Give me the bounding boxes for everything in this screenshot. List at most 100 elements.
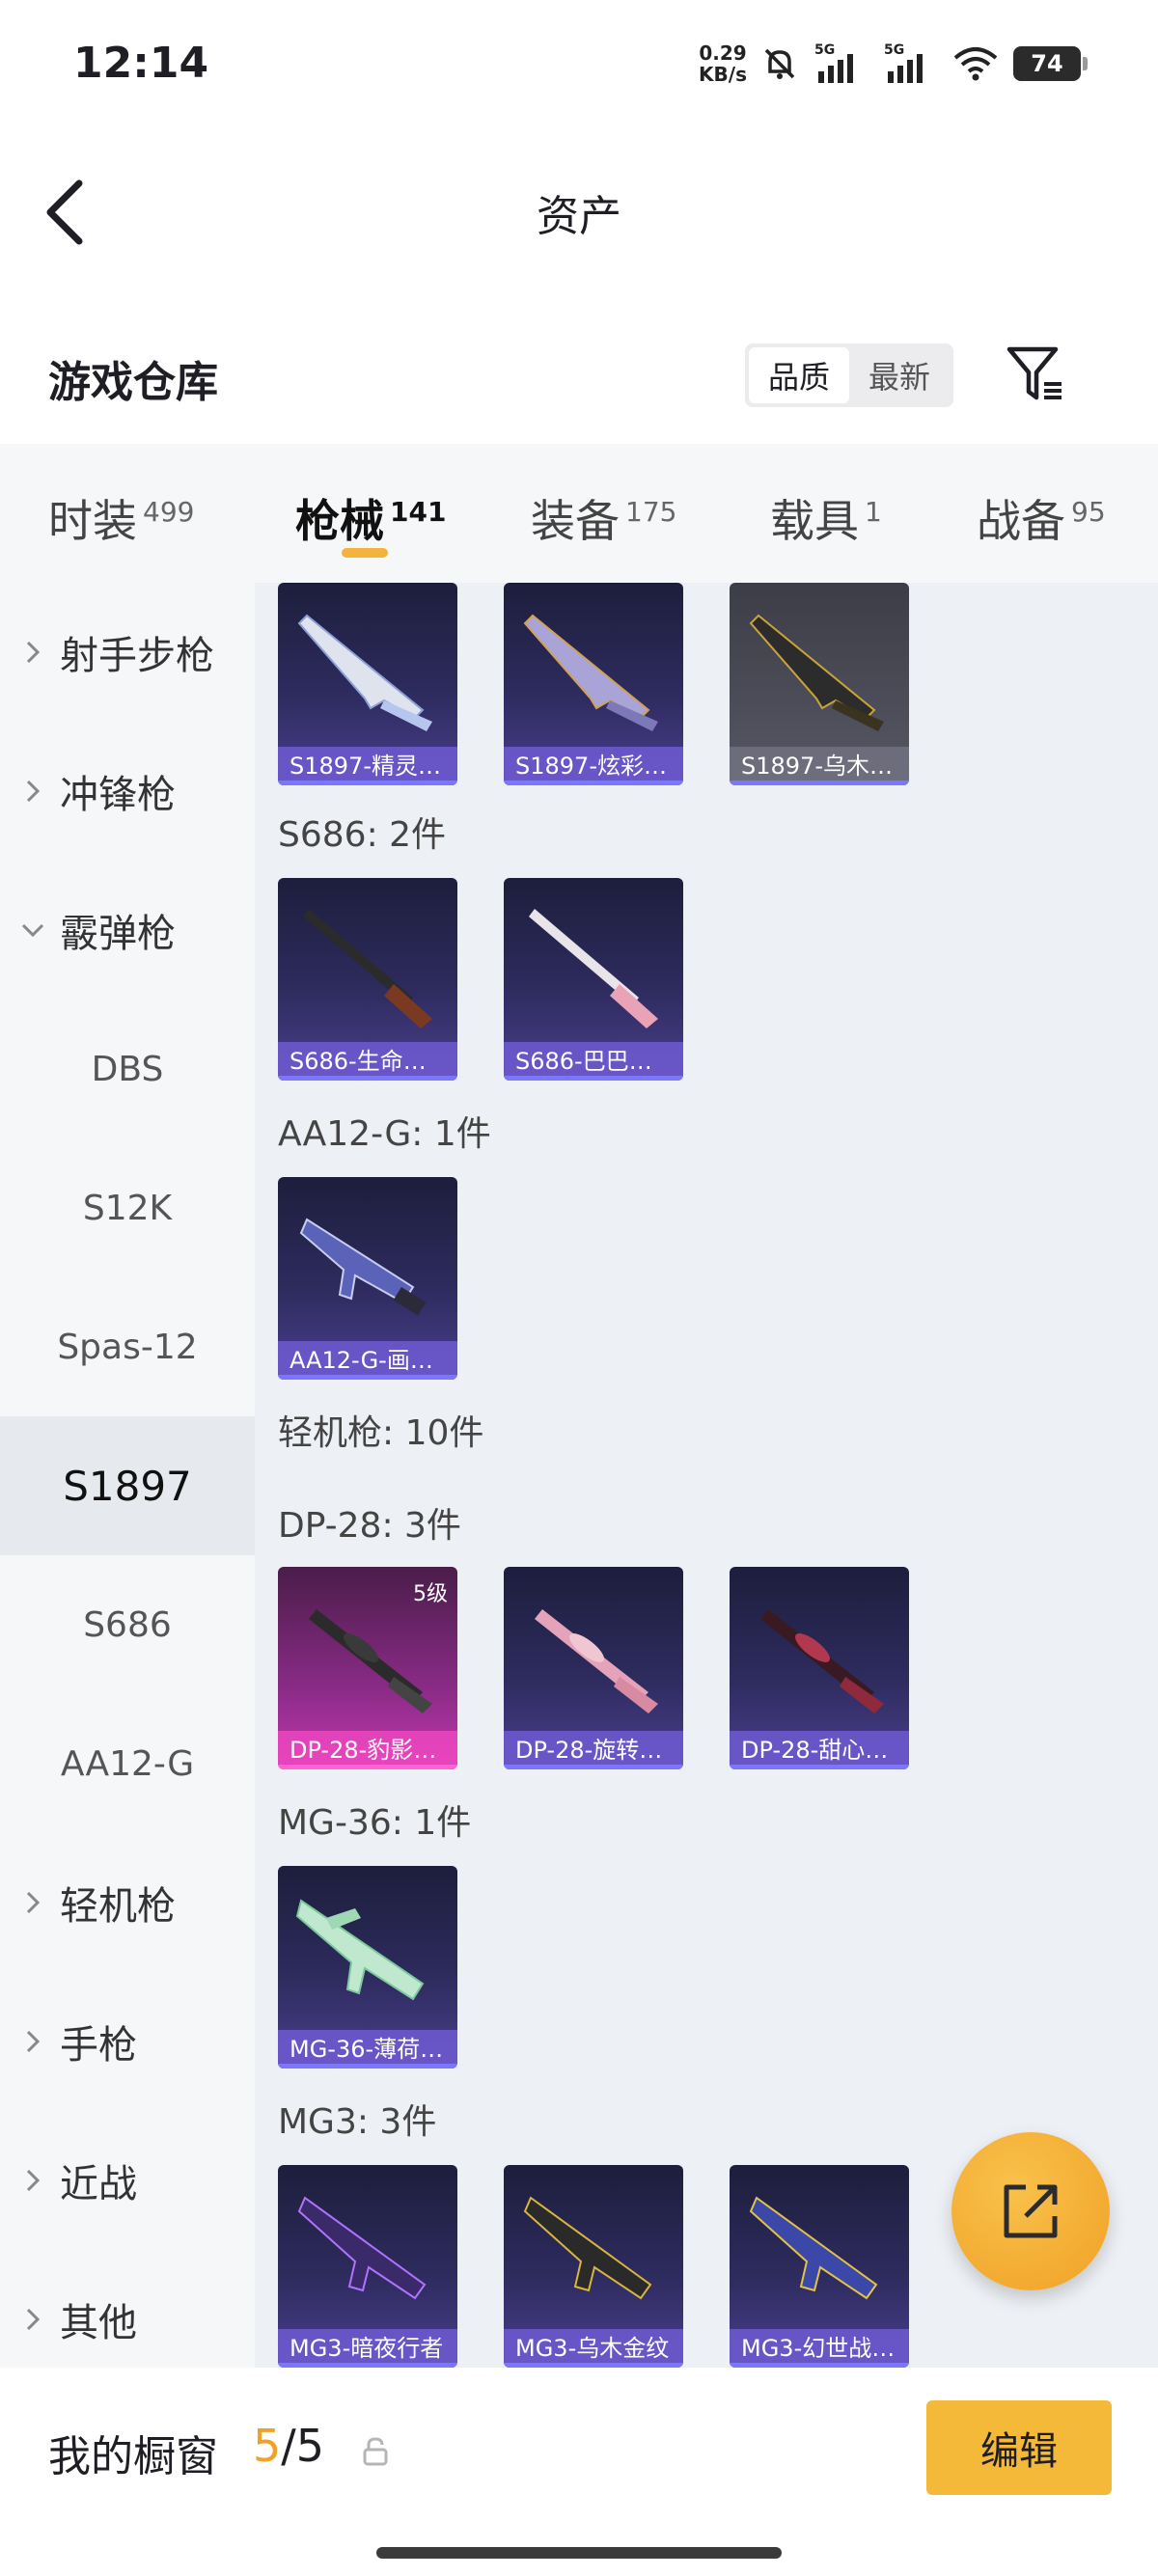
edit-button[interactable]: 编辑 (926, 2400, 1112, 2495)
lmg-icon (535, 1609, 658, 1713)
skin-card[interactable]: DP-28-甜心… (730, 1567, 909, 1769)
sidebar-item-aa12-g[interactable]: AA12-G (0, 1694, 255, 1833)
group-label: S686: 2件 (278, 815, 447, 855)
sidebar-item-melee[interactable]: 近战 (0, 2111, 255, 2250)
rarity-bar (278, 781, 457, 785)
weapon-skin-grid: S1897-精灵… S1897-炫彩… S1897-乌木… S686: 2件 S… (255, 583, 1158, 2368)
skin-name: DP-28-甜心… (730, 1731, 909, 1769)
shotgun-icon (297, 614, 432, 731)
skin-name: AA12-G-画… (278, 1341, 457, 1380)
rarity-bar (278, 1375, 457, 1380)
skin-name: DP-28-豹影… (278, 1731, 457, 1769)
sidebar-item-s1897[interactable]: S1897 (0, 1416, 255, 1555)
lmg-icon (760, 1609, 884, 1713)
skin-card[interactable]: S686-巴巴… (504, 878, 683, 1081)
sidebar-item-s686[interactable]: S686 (0, 1555, 255, 1694)
lmg-icon (295, 1899, 425, 2001)
tab-vehicles[interactable]: 载具 1 (770, 486, 882, 550)
chevron-right-icon (26, 2169, 41, 2192)
sidebar-item-label: 霰弹枪 (60, 912, 176, 956)
skin-name: S686-生命… (278, 1042, 457, 1081)
status-bar: 12:14 0.29 KB/s 5G 5G 74 (0, 0, 1158, 135)
sidebar-item-dbs[interactable]: DBS (0, 1000, 255, 1138)
sort-newest[interactable]: 最新 (849, 347, 950, 403)
chevron-down-icon (21, 923, 44, 938)
sidebar-item-label: 冲锋枪 (60, 773, 176, 817)
skin-name: MG-36-薄荷… (278, 2030, 457, 2069)
tab-equipment[interactable]: 装备 175 (531, 486, 676, 550)
skin-card[interactable]: AA12-G-画… (278, 1177, 457, 1380)
skin-name: MG3-乌木金纹 (504, 2329, 683, 2368)
auto-shotgun-icon (299, 1218, 427, 1316)
sidebar-item-marksman-rifles[interactable]: 射手步枪 (0, 583, 255, 722)
skin-name: S1897-乌木… (730, 747, 909, 785)
tab-supplies[interactable]: 战备 95 (977, 486, 1106, 550)
skin-card[interactable]: 5级 DP-28-豹影… (278, 1567, 457, 1769)
sidebar-item-s12k[interactable]: S12K (0, 1138, 255, 1277)
skin-card[interactable]: MG3-暗夜行者 (278, 2165, 457, 2368)
tab-fashion[interactable]: 时装 499 (48, 486, 194, 550)
group-label: AA12-G: 1件 (278, 1114, 491, 1154)
skin-card[interactable]: S1897-炫彩… (504, 583, 683, 785)
skin-card[interactable]: MG-36-薄荷… (278, 1866, 457, 2069)
showcase-title: 我的橱窗 (48, 2432, 218, 2481)
signal-5g-icon: 5G (813, 42, 868, 85)
showcase-count: 5/5 (253, 2420, 324, 2472)
filter-button[interactable] (1002, 340, 1069, 407)
tab-label: 战备 (977, 495, 1065, 547)
tab-count: 95 (1071, 495, 1106, 528)
chevron-right-icon (26, 2030, 41, 2053)
warehouse-header: 游戏仓库 品质 最新 (0, 309, 1158, 444)
rarity-bar (278, 1076, 457, 1081)
rarity-bar (504, 1076, 683, 1081)
sidebar-item-other[interactable]: 其他 (0, 2250, 255, 2368)
showcase-bar: 我的橱窗 5/5 编辑 (0, 2368, 1158, 2576)
skin-card[interactable]: S1897-乌木… (730, 583, 909, 785)
skin-card[interactable]: MG3-乌木金纹 (504, 2165, 683, 2368)
home-indicator[interactable] (376, 2547, 782, 2559)
sidebar-item-label: 轻机枪 (60, 1884, 176, 1929)
category-tabs: 时装 499 枪械 141 装备 175 载具 1 战备 95 (0, 444, 1158, 583)
net-speed: 0.29 KB/s (699, 42, 747, 85)
skin-name: S1897-精灵… (278, 747, 457, 785)
sidebar-item-smg[interactable]: 冲锋枪 (0, 722, 255, 861)
tab-label: 载具 (770, 495, 859, 547)
sidebar-item-lmg[interactable]: 轻机枪 (0, 1833, 255, 1972)
mute-bell-icon (760, 44, 799, 83)
status-time: 12:14 (73, 39, 209, 88)
sort-quality[interactable]: 品质 (749, 347, 849, 403)
rarity-bar (504, 781, 683, 785)
share-fab[interactable] (951, 2132, 1110, 2290)
app-header: 资产 (0, 135, 1158, 280)
tab-count: 499 (143, 495, 195, 528)
showcase-total: 5 (295, 2420, 325, 2472)
shotgun-icon (529, 909, 658, 1028)
sidebar-item-spas-12[interactable]: Spas-12 (0, 1277, 255, 1416)
tab-count: 141 (390, 495, 447, 528)
skin-name: S686-巴巴… (504, 1042, 683, 1081)
showcase-separator: / (281, 2420, 296, 2472)
group-label: MG3: 3件 (278, 2102, 437, 2142)
battery-icon: 74 (1013, 46, 1088, 81)
tab-weapons[interactable]: 枪械 141 (295, 486, 446, 550)
rarity-bar (278, 1765, 457, 1769)
group-label: DP-28: 3件 (278, 1506, 461, 1546)
skin-card[interactable]: S1897-精灵… (278, 583, 457, 785)
weapon-type-sidebar: 射手步枪 冲锋枪 霰弹枪 DBS S12K Spas-12 S1897 S686… (0, 583, 255, 2368)
chevron-right-icon (26, 1891, 41, 1914)
lmg-icon (523, 2196, 652, 2300)
status-icons: 0.29 KB/s 5G 5G 74 (699, 35, 1088, 93)
level-badge: 5级 (413, 1582, 448, 1606)
skin-card[interactable]: MG3-幻世战… (730, 2165, 909, 2368)
sidebar-item-shotguns[interactable]: 霰弹枪 (0, 861, 255, 1000)
skin-card[interactable]: DP-28-旋转… (504, 1567, 683, 1769)
tab-count: 1 (865, 495, 882, 528)
sort-toggle: 品质 最新 (745, 343, 953, 407)
skin-card[interactable]: S686-生命… (278, 878, 457, 1081)
filter-icon (1006, 346, 1062, 400)
tab-label: 时装 (48, 495, 137, 547)
rarity-bar (730, 1765, 909, 1769)
net-speed-value: 0.29 (699, 41, 747, 65)
sidebar-item-pistols[interactable]: 手枪 (0, 1972, 255, 2111)
active-tab-indicator (342, 548, 388, 558)
